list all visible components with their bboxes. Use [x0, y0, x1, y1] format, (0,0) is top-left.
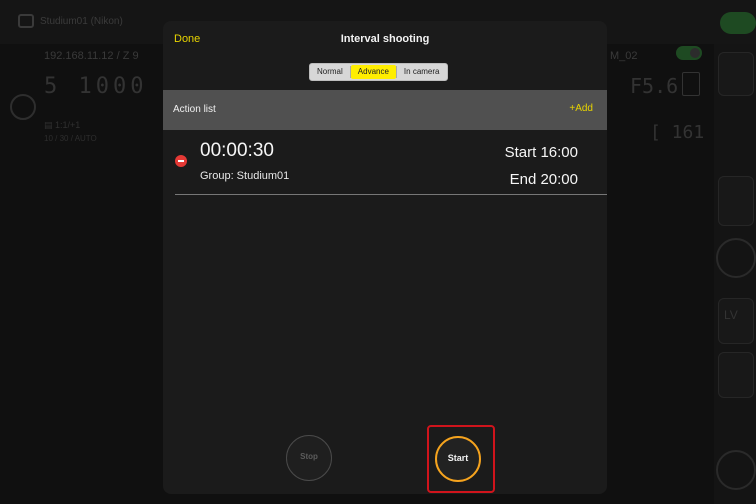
background-right-label: M_02 [610, 50, 638, 62]
item-group: Group: Studium01 [200, 170, 290, 182]
segment-normal[interactable]: Normal [310, 64, 350, 80]
background-shutter-display: 5 1000 [44, 74, 148, 99]
background-round-button [716, 450, 756, 490]
list-item[interactable]: 00:00:30 Group: Studium01 Start 16:00 En… [163, 133, 607, 195]
background-camera-name: Studium01 (Nikon) [40, 16, 123, 27]
camera-icon [10, 94, 36, 120]
segment-in-camera[interactable]: In camera [397, 64, 447, 80]
start-button[interactable]: Start [435, 436, 481, 482]
settings-gear-icon [718, 352, 754, 398]
background-toggle [720, 12, 756, 34]
lv-label: LV [724, 308, 738, 322]
interval-shooting-modal: Done Interval shooting Normal Advance In… [163, 21, 607, 494]
background-side-button [718, 176, 754, 226]
item-start-time: Start 16:00 [504, 144, 578, 161]
list-divider [175, 194, 607, 195]
stop-label: Stop [300, 452, 318, 461]
background-side-button [718, 52, 754, 96]
background-ip: 192.168.11.12 / Z 9 [44, 50, 139, 62]
item-duration: 00:00:30 [200, 140, 274, 161]
stop-button[interactable]: Stop [286, 435, 332, 481]
shutter-camera-icon [716, 238, 756, 278]
start-label: Start [447, 453, 469, 463]
item-end-time: End 20:00 [509, 171, 578, 188]
action-list-bar: Action list +Add [163, 90, 607, 130]
mode-segmented-control: Normal Advance In camera [309, 63, 448, 81]
segment-advance[interactable]: Advance [350, 65, 396, 79]
modal-header: Done Interval shooting Normal Advance In… [163, 21, 607, 89]
add-action-button[interactable]: +Add [569, 103, 593, 114]
battery-icon [682, 72, 700, 96]
remove-icon[interactable] [175, 155, 187, 167]
background-aperture: F5.6 [630, 74, 679, 98]
action-list-title: Action list [173, 104, 216, 115]
background-left-subtext: 10 / 30 / AUTO [44, 134, 97, 143]
modal-title: Interval shooting [340, 33, 430, 45]
camera-body-icon [18, 14, 34, 28]
background-small-toggle [676, 46, 702, 60]
background-left-text: ▤ 1:1/+1 [44, 120, 81, 130]
